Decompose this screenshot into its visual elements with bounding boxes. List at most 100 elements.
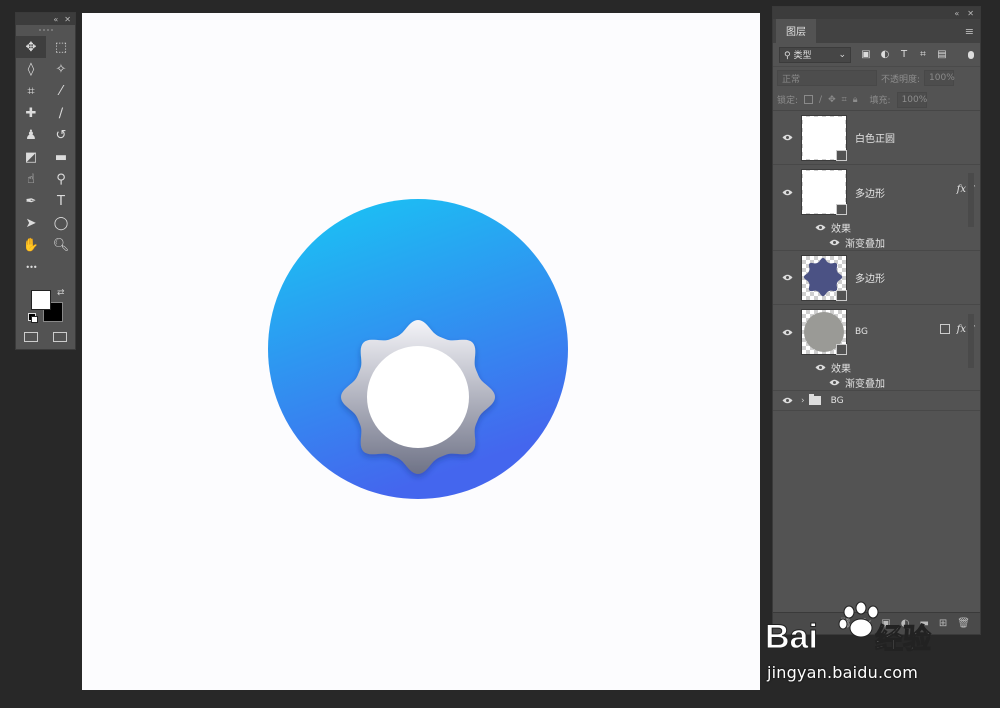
layer-row[interactable]: 多边形 fx ⌃ (773, 165, 980, 219)
vector-mask-link-icon (836, 344, 847, 355)
folder-icon (808, 394, 821, 405)
close-icon[interactable]: ✕ (967, 9, 974, 18)
type-tool[interactable]: T (46, 190, 76, 212)
hand-tool[interactable]: ✋ (16, 234, 46, 256)
visibility-eye-icon[interactable] (813, 364, 827, 371)
fx-icon[interactable]: fx (957, 184, 966, 195)
brand-left: Bai (765, 618, 818, 656)
visibility-eye-icon[interactable] (773, 329, 801, 336)
panel-grip[interactable] (16, 25, 75, 35)
layers-panel: « ✕ 图层 ≡ ⚲ 类型 ⌄ ▣ ◐ T ⌗ ▤ 正常 不透明度: 100% … (772, 6, 981, 635)
blend-row: 正常 不透明度: 100% (773, 67, 980, 89)
brand-right: 经验 (875, 622, 931, 655)
smart-object-filter-icon[interactable]: ▤ (937, 49, 947, 60)
gradient-tool[interactable]: ▬ (46, 146, 76, 168)
effect-item[interactable]: 渐变叠加 (773, 235, 980, 251)
effect-item[interactable]: 渐变叠加 (773, 375, 980, 391)
default-colors-icon[interactable] (28, 313, 38, 323)
pixel-filter-icon[interactable]: ▣ (861, 49, 871, 60)
blend-mode-label: 正常 (782, 74, 801, 85)
opacity-input[interactable]: 100% (924, 70, 955, 86)
vector-mask-link-icon (836, 289, 847, 301)
close-icon[interactable]: ✕ (64, 15, 71, 24)
fill-value: 100% (901, 94, 928, 105)
lock-paint-icon[interactable]: ∕ (819, 95, 822, 105)
lock-label: 锁定: (777, 96, 799, 106)
tab-layers[interactable]: 图层 (776, 19, 816, 43)
layer-row[interactable]: BG fx ⌃ (773, 305, 980, 359)
blend-mode-select[interactable]: 正常 (777, 70, 877, 86)
effects-row: 效果 (773, 219, 980, 235)
crop-tool[interactable]: ⌗ (16, 80, 46, 102)
visibility-eye-icon[interactable] (773, 397, 801, 404)
tools-panel-header: « ✕ (16, 13, 75, 25)
magic-wand-tool[interactable]: ✧ (46, 58, 76, 80)
layer-row[interactable]: 白色正圆 (773, 111, 980, 165)
smudge-tool[interactable]: ☝ (16, 168, 46, 190)
lasso-tool[interactable]: ◊ (16, 58, 46, 80)
lock-transparency-icon[interactable] (804, 95, 814, 104)
scrollbar-thumb[interactable] (968, 173, 974, 227)
healing-brush-tool[interactable]: ✚ (16, 102, 46, 124)
more-tools[interactable]: ••• (16, 256, 46, 278)
adjustment-filter-icon[interactable]: ◐ (880, 49, 890, 60)
zoom-tool[interactable]: 🔍︎ (46, 234, 76, 256)
fill-label: 填充: (869, 96, 891, 106)
lock-artboard-icon[interactable]: ⌗ (842, 95, 847, 105)
layer-row[interactable]: 多边形 (773, 251, 980, 305)
history-brush-tool[interactable]: ↺ (46, 124, 76, 146)
collapse-icon[interactable]: « (954, 9, 959, 18)
visibility-eye-icon[interactable] (827, 239, 841, 246)
layers-panel-header: « ✕ (773, 7, 980, 19)
opacity-value: 100% (929, 73, 955, 83)
group-name: BG (830, 395, 844, 406)
dodge-tool[interactable]: ⚲ (46, 168, 76, 190)
collapse-icon[interactable]: « (53, 15, 58, 24)
foreground-color-swatch[interactable] (31, 290, 51, 310)
canvas-artwork (268, 199, 568, 499)
fill-input[interactable]: 100% (896, 91, 928, 108)
swap-colors-icon[interactable]: ⇄ (57, 288, 65, 298)
tools-bottom-row (16, 328, 75, 342)
white-inner-circle (367, 346, 469, 448)
move-tool[interactable]: ✥ (16, 36, 46, 58)
chevron-down-icon: ⌄ (838, 49, 846, 60)
eyedropper-tool[interactable]: ⁄ (46, 80, 76, 102)
marquee-tool[interactable]: ⬚ (46, 36, 76, 58)
filter-kind-label: 类型 (793, 51, 812, 61)
color-swatches: ⇄ (16, 278, 75, 328)
path-select-tool[interactable]: ➤ (16, 212, 46, 234)
visibility-eye-icon[interactable] (773, 134, 801, 141)
quick-mask-icon[interactable] (23, 332, 38, 342)
document-canvas[interactable] (82, 13, 760, 690)
scrollbar-thumb[interactable] (968, 314, 974, 368)
paw-logo (838, 601, 879, 638)
layer-name: BG (855, 327, 868, 337)
layer-name: 多边形 (855, 188, 885, 200)
clone-stamp-tool[interactable]: ♟ (16, 124, 46, 146)
layer-group-row[interactable]: › BG (773, 391, 980, 411)
fx-icon[interactable]: fx (957, 324, 966, 335)
ellipse-tool[interactable]: ◯ (46, 212, 76, 234)
panel-menu-icon[interactable]: ≡ (959, 25, 980, 43)
layer-thumbnail (801, 254, 847, 301)
clip-mask-icon[interactable] (940, 324, 950, 334)
visibility-eye-icon[interactable] (773, 274, 801, 281)
lock-position-icon[interactable]: ✥ (828, 95, 836, 105)
filter-kind-select[interactable]: ⚲ 类型 ⌄ (779, 46, 851, 63)
lock-all-icon[interactable]: 🔒︎ (853, 95, 858, 105)
visibility-eye-icon[interactable] (827, 379, 841, 386)
shape-filter-icon[interactable]: ⌗ (918, 49, 928, 60)
type-filter-icon[interactable]: T (899, 49, 909, 60)
eraser-tool[interactable]: ◩ (16, 146, 46, 168)
visibility-eye-icon[interactable] (813, 224, 827, 231)
brush-tool[interactable]: ∕ (46, 102, 76, 124)
visibility-eye-icon[interactable] (773, 189, 801, 196)
pen-tool[interactable]: ✒ (16, 190, 46, 212)
tools-panel: « ✕ ✥ ⬚ ◊ ✧ ⌗ ⁄ ✚ ∕ ♟ ↺ ◩ ▬ ☝ ⚲ ✒ T ➤ ◯ ✋ 🔍︎ ••• ⇄ (15, 12, 76, 350)
filter-toggle[interactable] (968, 50, 974, 59)
layers-tabbar: 图层 ≡ (773, 19, 980, 43)
screen-mode-icon[interactable] (53, 332, 68, 342)
watermark-url: jingyan.baidu.com (767, 663, 919, 682)
chevron-right-icon[interactable]: › (801, 396, 805, 406)
